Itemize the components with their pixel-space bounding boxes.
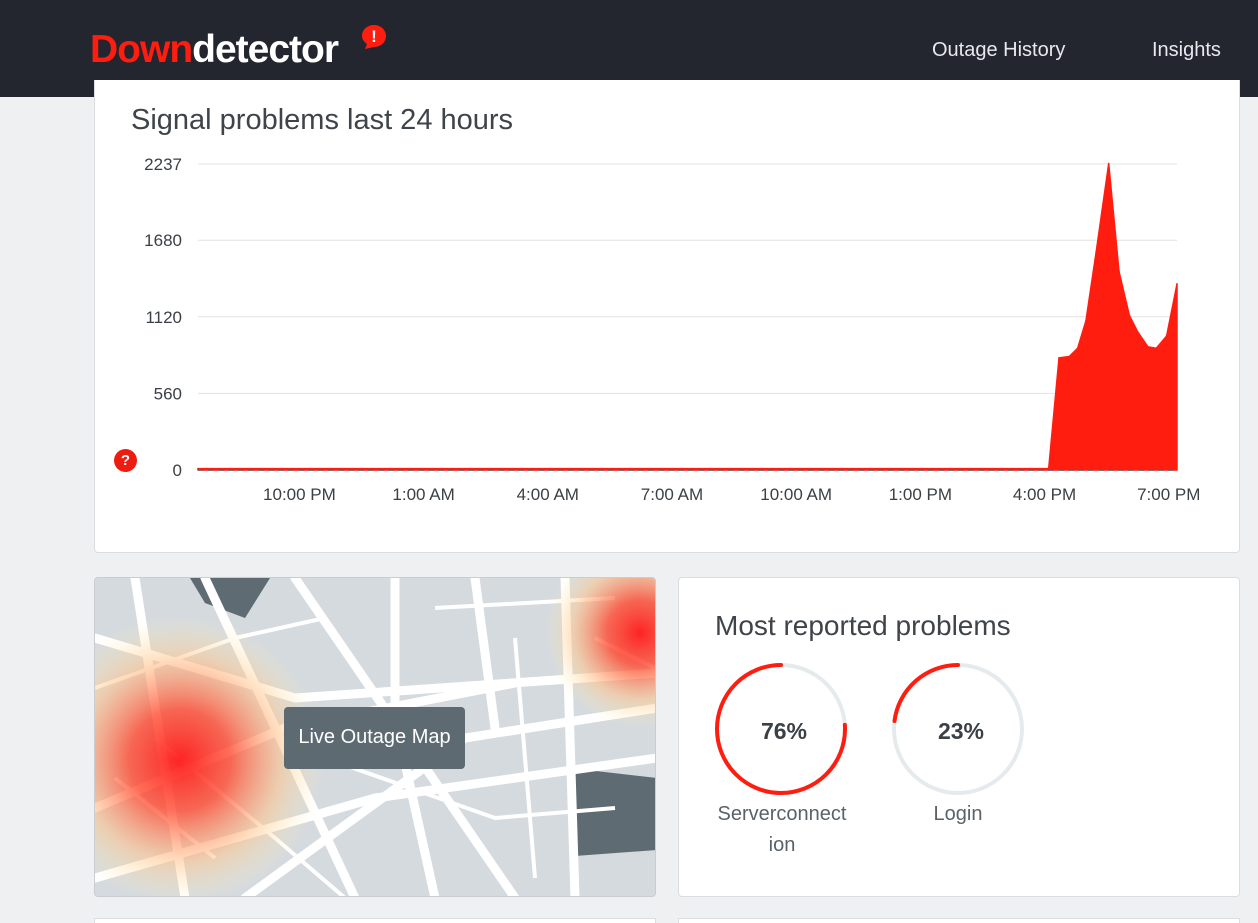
problem-label-line2: ion [768, 834, 796, 856]
problem-label-line1: Serverconnect [717, 803, 847, 825]
problems-title: Most reported problems [715, 610, 1011, 641]
data-point-3 [1068, 355, 1071, 358]
signal-problems-chart: 0 560 1120 1680 2237 10:00 PM 1:00 AM 4:00 AM 7:… [144, 155, 1200, 504]
x-tick-label-1: 1:00 AM [392, 485, 454, 504]
help-icon[interactable]: ? [114, 449, 137, 472]
problem-percent-serverconnection: 76% [760, 718, 808, 744]
y-tick-label-4: 2237 [144, 155, 182, 174]
x-tick-label-2: 4:00 AM [517, 485, 579, 504]
data-point-11 [1147, 346, 1149, 348]
data-point-8 [1118, 270, 1120, 273]
data-point-4 [1076, 347, 1079, 350]
y-tick-label-0: 0 [173, 461, 182, 480]
x-tick-label-3: 7:00 AM [641, 485, 703, 504]
data-point-13 [1165, 335, 1168, 337]
y-tick-label-1: 560 [154, 384, 182, 403]
problem-percent-login: 23% [937, 718, 985, 744]
x-tick-label-7: 7:00 PM [1137, 485, 1200, 504]
x-tick-label-5: 1:00 PM [889, 485, 952, 504]
data-point-9 [1128, 314, 1131, 317]
data-point-10 [1136, 331, 1139, 333]
live-outage-map-button[interactable]: Live Outage Map [284, 707, 465, 769]
data-point-14 [1176, 283, 1178, 285]
data-point-2 [1058, 357, 1060, 359]
y-tick-label-2: 1120 [145, 308, 182, 327]
next-card-right [678, 918, 1240, 923]
data-point-12 [1155, 347, 1158, 350]
x-tick-label-6: 4:00 PM [1013, 485, 1076, 504]
problem-label-login: Login [933, 803, 983, 825]
data-point-0 [197, 467, 199, 470]
data-point-6 [1095, 250, 1098, 252]
y-tick-label-3: 1680 [144, 231, 182, 250]
data-point-1 [1047, 467, 1050, 470]
x-tick-label-4: 10:00 AM [760, 485, 832, 504]
x-tick-label-0: 10:00 PM [263, 485, 336, 504]
data-point-7 [1107, 162, 1110, 165]
data-point-5 [1085, 320, 1087, 322]
next-card-left [94, 918, 656, 923]
problem-label-serverconnection: Serverconnect ion [712, 799, 852, 861]
